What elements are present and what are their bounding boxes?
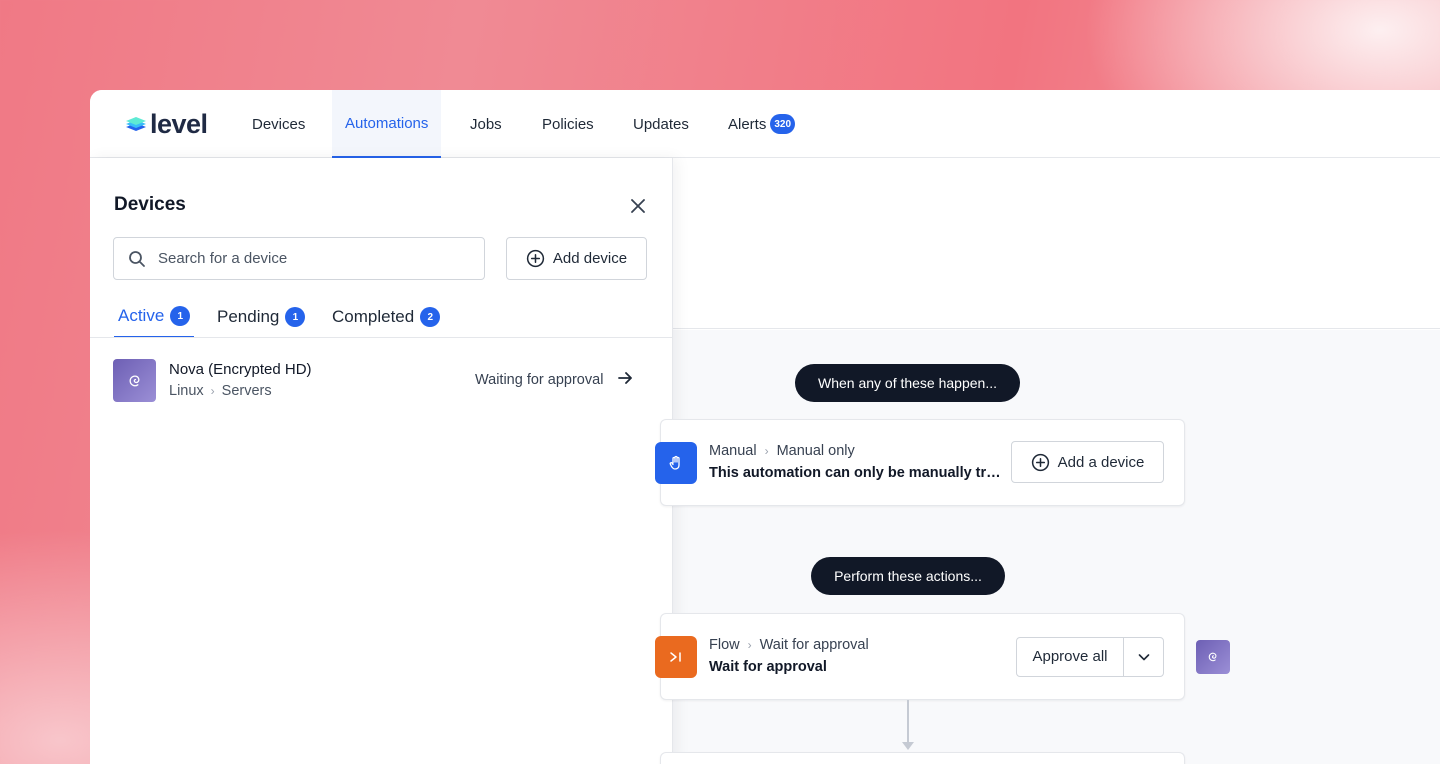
alerts-count-badge: 320	[770, 114, 796, 134]
tab-active-count: 1	[170, 306, 191, 326]
device-open-button[interactable]	[617, 370, 633, 391]
debian-icon	[1208, 652, 1217, 662]
nav-policies[interactable]: Policies	[542, 90, 594, 158]
chevron-down-icon	[1138, 654, 1149, 661]
nav-alerts-label: Alerts	[728, 115, 767, 133]
tab-pending-label: Pending	[217, 307, 280, 326]
plus-circle-icon	[1031, 453, 1049, 471]
add-device-label: Add device	[552, 250, 628, 267]
device-list-item[interactable]: Nova (Encrypted HD) Linux › Servers Wait…	[90, 348, 673, 412]
chevron-right-icon: ›	[747, 638, 752, 652]
search-input[interactable]	[158, 250, 458, 267]
chevron-right-icon: ›	[764, 444, 769, 458]
tab-completed-label: Completed	[332, 307, 415, 326]
logo-text: level	[150, 108, 208, 139]
trigger-section-pill: When any of these happen...	[795, 364, 1020, 402]
tab-completed-count: 2	[420, 307, 441, 327]
device-name: Nova (Encrypted HD)	[169, 361, 312, 378]
debian-icon	[129, 374, 139, 386]
flow-action-icon	[655, 636, 697, 678]
search-icon	[129, 250, 145, 267]
chevron-right-icon: ›	[210, 384, 215, 398]
tab-completed[interactable]: Completed 2	[328, 296, 444, 338]
actions-section-pill: Perform these actions...	[811, 557, 1005, 595]
devices-panel: Devices Add device Active 1 Pendin	[90, 158, 673, 764]
nav-devices[interactable]: Devices	[252, 90, 305, 158]
close-icon	[631, 199, 645, 213]
nav-updates[interactable]: Updates	[633, 90, 689, 158]
approve-all-split-button: Approve all	[1016, 637, 1164, 677]
trigger-card[interactable]: Manual › Manual only This automation can…	[655, 419, 1185, 506]
action-card[interactable]: Flow › Wait for approval Wait for approv…	[655, 613, 1185, 700]
device-os: Linux	[169, 383, 204, 399]
level-logo[interactable]: level	[124, 110, 208, 138]
add-a-device-button[interactable]: Add a device	[1011, 441, 1164, 483]
nav-automations[interactable]: Automations	[332, 90, 442, 158]
tabs-divider	[90, 337, 673, 338]
device-group: Servers	[221, 383, 272, 399]
trigger-type: Manual	[709, 443, 757, 459]
arrow-right-icon	[618, 372, 632, 384]
tab-pending[interactable]: Pending 1	[213, 296, 309, 338]
device-avatar	[113, 359, 156, 402]
flow-connector-line	[907, 700, 909, 746]
tab-pending-count: 1	[285, 307, 306, 327]
search-field[interactable]	[113, 237, 485, 280]
trigger-subtype: Manual only	[776, 443, 855, 459]
nav-alerts[interactable]: Alerts 320	[728, 90, 796, 158]
tab-active[interactable]: Active 1	[114, 296, 195, 338]
action-breadcrumb: Flow › Wait for approval	[709, 637, 869, 653]
trigger-description: This automation can only be manually tri…	[709, 465, 1004, 481]
action-subtype: Wait for approval	[759, 637, 869, 653]
close-panel-button[interactable]	[627, 195, 649, 217]
approve-options-button[interactable]	[1124, 638, 1163, 676]
action-type: Flow	[709, 637, 740, 653]
tab-active-label: Active	[118, 306, 165, 325]
logo-icon	[126, 117, 146, 131]
device-path: Linux › Servers	[169, 383, 272, 399]
trigger-breadcrumb: Manual › Manual only	[709, 443, 855, 459]
hand-icon	[669, 455, 680, 470]
manual-trigger-icon	[655, 442, 697, 484]
action-title: Wait for approval	[709, 659, 827, 675]
add-a-device-label: Add a device	[1057, 453, 1145, 471]
device-status: Waiting for approval	[475, 372, 604, 388]
top-nav: level Devices Automations Jobs Policies …	[90, 90, 1440, 158]
next-action-card[interactable]	[660, 752, 1185, 764]
nav-jobs[interactable]: Jobs	[470, 90, 502, 158]
panel-title: Devices	[114, 194, 186, 215]
waiting-device-avatar[interactable]	[1196, 640, 1230, 674]
plus-circle-icon	[526, 249, 545, 268]
approve-all-button[interactable]: Approve all	[1017, 638, 1124, 676]
add-device-button[interactable]: Add device	[506, 237, 647, 280]
canvas-header-area	[673, 158, 1440, 329]
flow-connector-arrow	[902, 742, 914, 750]
pause-flow-icon	[670, 652, 681, 662]
